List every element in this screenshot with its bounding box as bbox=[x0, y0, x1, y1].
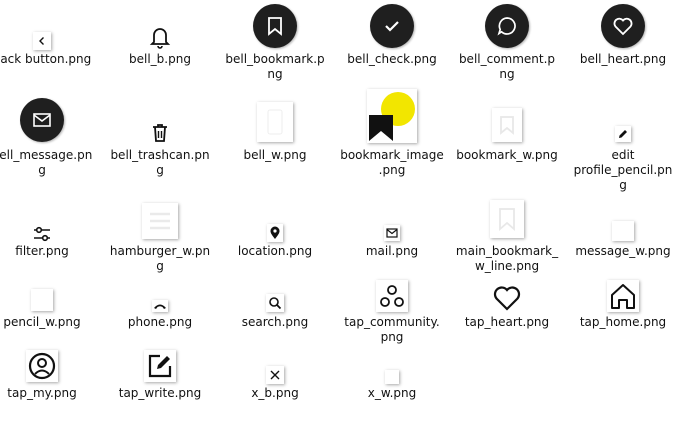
thumbnail bbox=[567, 4, 674, 48]
file-name: bell_message.pn g bbox=[0, 148, 93, 177]
x-icon bbox=[266, 366, 284, 384]
file-name: bookmark_w.png bbox=[456, 148, 558, 162]
file-name: bell_trashcan.pn g bbox=[110, 148, 210, 177]
file-name: tap_heart.png bbox=[464, 315, 550, 329]
thumbnail bbox=[336, 225, 448, 241]
thumbnail bbox=[336, 89, 448, 143]
file-name: x_w.png bbox=[367, 386, 417, 400]
file-name: bell_heart.png bbox=[579, 52, 667, 66]
thumbnail bbox=[104, 300, 216, 312]
heart-icon bbox=[601, 4, 645, 48]
thumbnail bbox=[0, 223, 98, 243]
bookmark-outline-icon bbox=[492, 108, 522, 142]
thumbnail bbox=[219, 294, 331, 312]
thumbnail bbox=[104, 350, 216, 382]
blank-icon bbox=[612, 221, 634, 241]
file-name: bell_check.png bbox=[347, 52, 437, 66]
file-name: tap_home.png bbox=[579, 315, 667, 329]
file-name: main_bookmark_ w_line.png bbox=[455, 244, 559, 273]
file-name: message_w.png bbox=[575, 244, 671, 258]
thumbnail bbox=[451, 4, 563, 48]
file-name: bookmark_image .png bbox=[340, 148, 444, 177]
file-name: edit profile_pencil.pn g bbox=[573, 148, 673, 192]
thumbnail bbox=[567, 221, 674, 241]
location-icon bbox=[267, 224, 283, 242]
thumbnail bbox=[451, 280, 563, 312]
mail-icon bbox=[384, 225, 400, 241]
file-name: bell_bookmark.p ng bbox=[225, 52, 325, 81]
bookmark-icon bbox=[253, 4, 297, 48]
thumbnail bbox=[451, 200, 563, 238]
heart-outline-icon bbox=[492, 284, 522, 312]
thumbnail bbox=[0, 98, 98, 142]
thumbnail bbox=[336, 4, 448, 48]
filter-icon bbox=[32, 225, 52, 243]
blank-icon bbox=[257, 102, 293, 142]
thumbnail bbox=[104, 122, 216, 144]
thumbnail bbox=[104, 22, 216, 50]
thumbnail bbox=[336, 368, 448, 384]
pencil-icon bbox=[615, 126, 631, 142]
bell-icon bbox=[148, 24, 172, 50]
comment-icon bbox=[485, 4, 529, 48]
chevron-left-icon bbox=[33, 32, 51, 50]
blank-icon bbox=[31, 289, 53, 311]
file-name: hamburger_w.pn g bbox=[109, 244, 211, 273]
thumbnail bbox=[567, 280, 674, 312]
file-name: search.png bbox=[241, 315, 309, 329]
thumbnail bbox=[567, 126, 674, 142]
thumbnail bbox=[0, 289, 98, 311]
thumbnail bbox=[219, 366, 331, 384]
file-name: filter.png bbox=[15, 244, 69, 258]
bookmark-outline-icon bbox=[490, 200, 524, 238]
thumbnail bbox=[219, 4, 331, 48]
phone-icon bbox=[152, 300, 168, 312]
thumbnail bbox=[336, 280, 448, 312]
thumbnail bbox=[0, 30, 98, 50]
thumbnail bbox=[219, 102, 331, 142]
thumbnail bbox=[219, 224, 331, 242]
file-name: tap_my.png bbox=[7, 386, 77, 400]
file-name: mail.png bbox=[365, 244, 419, 258]
file-name: x_b.png bbox=[251, 386, 299, 400]
file-name: tap_community. png bbox=[344, 315, 440, 344]
thumbnail bbox=[104, 203, 216, 239]
bookmark-image-icon bbox=[367, 89, 417, 143]
file-name: back button.png bbox=[0, 52, 92, 66]
thumbnail bbox=[0, 350, 98, 382]
blank-icon bbox=[385, 370, 399, 384]
community-icon bbox=[376, 280, 408, 312]
home-icon bbox=[607, 280, 639, 312]
file-name: bell_comment.p ng bbox=[458, 52, 556, 81]
search-icon bbox=[266, 294, 284, 312]
hamburger-icon bbox=[142, 203, 178, 239]
write-icon bbox=[144, 350, 176, 382]
mail-icon bbox=[20, 98, 64, 142]
file-name: pencil_w.png bbox=[3, 315, 81, 329]
check-icon bbox=[370, 4, 414, 48]
file-name: bell_b.png bbox=[129, 52, 191, 66]
file-name: location.png bbox=[237, 244, 313, 258]
user-icon bbox=[26, 350, 58, 382]
file-name: tap_write.png bbox=[118, 386, 202, 400]
file-name: bell_w.png bbox=[243, 148, 307, 162]
thumbnail bbox=[451, 108, 563, 142]
file-name: phone.png bbox=[127, 315, 193, 329]
trashcan-icon bbox=[150, 122, 170, 144]
